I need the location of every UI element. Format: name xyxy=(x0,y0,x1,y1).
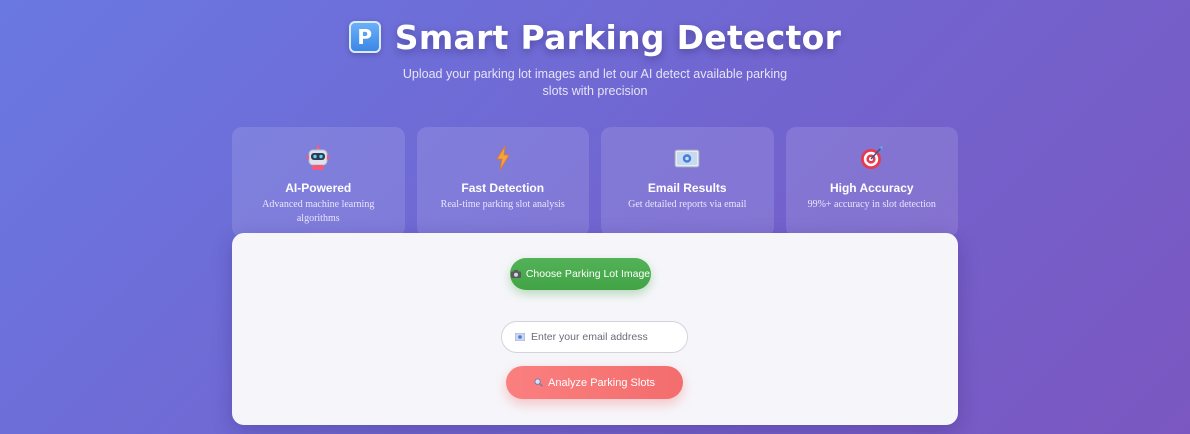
analyze-button[interactable]: Analyze Parking Slots xyxy=(506,366,683,399)
lightning-icon xyxy=(496,145,510,171)
choose-image-button[interactable]: Choose Parking Lot Image xyxy=(510,258,651,290)
feature-title: Email Results xyxy=(647,181,727,195)
feature-title: Fast Detection xyxy=(461,181,545,195)
choose-image-label: Choose Parking Lot Image xyxy=(525,268,651,280)
upload-panel: Choose Parking Lot Image Analyze Parking… xyxy=(232,233,958,425)
analyze-label: Analyze Parking Slots xyxy=(548,376,655,389)
feature-description: Advanced machine learning algorithms xyxy=(262,199,375,224)
parking-logo-icon: P xyxy=(348,21,381,53)
title-row: P Smart Parking Detector xyxy=(0,14,1190,60)
page-subtitle: Upload your parking lot images and let o… xyxy=(402,67,788,98)
feature-card-email-results: Email Results Get detailed reports via e… xyxy=(601,127,774,237)
feature-card-high-accuracy: High Accuracy 99%+ accuracy in slot dete… xyxy=(785,127,958,237)
feature-card-ai-powered: AI-Powered Advanced machine learning alg… xyxy=(232,127,405,237)
feature-description: 99%+ accuracy in slot detection xyxy=(807,199,936,210)
email-field-wrapper xyxy=(501,321,688,353)
camera-icon xyxy=(510,270,521,278)
search-icon xyxy=(534,378,543,387)
feature-description: Get detailed reports via email xyxy=(628,199,747,210)
target-icon xyxy=(860,146,883,169)
robot-icon xyxy=(307,145,330,170)
feature-cards: AI-Powered Advanced machine learning alg… xyxy=(232,127,958,237)
page-header: P Smart Parking Detector Upload your par… xyxy=(0,14,1190,100)
email-icon xyxy=(674,149,700,168)
parking-logo-letter: P xyxy=(357,25,373,49)
mail-icon xyxy=(515,333,525,341)
page-title: Smart Parking Detector xyxy=(394,17,842,57)
feature-card-fast-detection: Fast Detection Real-time parking slot an… xyxy=(416,127,589,237)
feature-title: High Accuracy xyxy=(829,181,914,195)
feature-description: Real-time parking slot analysis xyxy=(440,199,565,210)
feature-title: AI-Powered xyxy=(285,181,352,195)
email-input[interactable] xyxy=(531,331,681,343)
